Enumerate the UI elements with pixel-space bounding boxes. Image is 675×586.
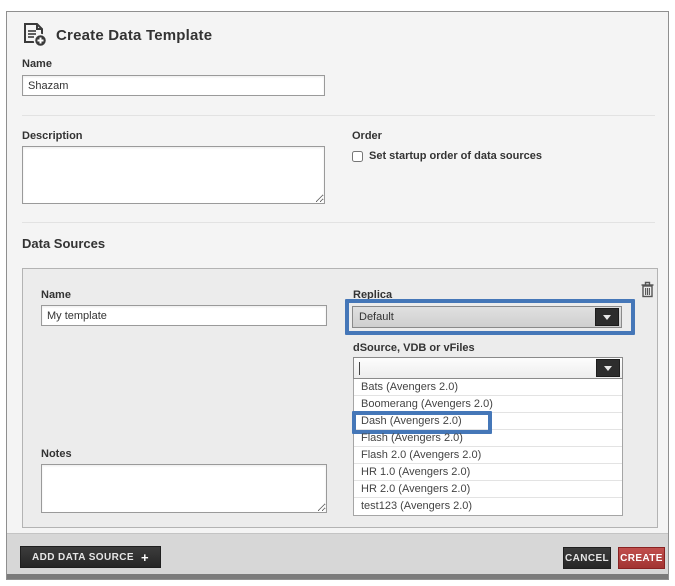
description-textarea[interactable] [22, 146, 325, 204]
divider [22, 115, 655, 116]
dropdown-option[interactable]: Dash (Avengers 2.0) [354, 413, 622, 430]
name-input[interactable] [22, 75, 325, 96]
chevron-down-icon[interactable] [595, 308, 619, 326]
description-label: Description [22, 130, 83, 142]
add-data-source-button[interactable]: ADD DATA SOURCE + [20, 546, 161, 568]
dialog-bottom-edge [7, 574, 668, 579]
cancel-button[interactable]: CANCEL [563, 547, 611, 569]
add-data-source-label: ADD DATA SOURCE [32, 552, 134, 563]
text-caret [359, 362, 360, 375]
notes-textarea[interactable] [41, 464, 327, 513]
dropdown-option[interactable]: Bats (Avengers 2.0) [354, 379, 622, 396]
order-label: Order [352, 130, 382, 142]
dsource-label: dSource, VDB or vFiles [353, 342, 475, 354]
trash-icon[interactable] [640, 281, 655, 298]
name-label: Name [22, 58, 52, 70]
startup-order-checkbox-label: Set startup order of data sources [369, 150, 542, 162]
dialog-header: Create Data Template [21, 22, 212, 48]
chevron-down-icon[interactable] [596, 359, 620, 377]
document-add-icon [21, 22, 48, 48]
dsource-dropdown-list: Bats (Avengers 2.0)Boomerang (Avengers 2… [353, 379, 623, 516]
dropdown-option[interactable]: HR 2.0 (Avengers 2.0) [354, 481, 622, 498]
dsource-combobox[interactable] [353, 357, 623, 379]
dialog-title: Create Data Template [56, 27, 212, 44]
source-name-label: Name [41, 289, 71, 301]
divider [22, 222, 655, 223]
startup-order-checkbox-row[interactable]: Set startup order of data sources [352, 150, 542, 162]
dropdown-option[interactable]: Flash 2.0 (Avengers 2.0) [354, 447, 622, 464]
startup-order-checkbox[interactable] [352, 151, 363, 162]
create-button[interactable]: CREATE [618, 547, 665, 569]
dropdown-option[interactable]: Flash (Avengers 2.0) [354, 430, 622, 447]
dropdown-option[interactable]: Boomerang (Avengers 2.0) [354, 396, 622, 413]
replica-annotation-box: Default [345, 299, 635, 335]
notes-label: Notes [41, 448, 72, 460]
data-source-card: Name Notes Replica Default dSource, VDB … [22, 268, 658, 528]
create-data-template-dialog: Create Data Template Name Description Or… [6, 11, 669, 580]
replica-select[interactable]: Default [352, 306, 622, 328]
dropdown-option[interactable]: test123 (Avengers 2.0) [354, 498, 622, 515]
source-name-input[interactable] [41, 305, 327, 326]
replica-selected-value: Default [353, 311, 595, 323]
plus-icon: + [141, 550, 149, 565]
data-sources-heading: Data Sources [22, 236, 105, 251]
dropdown-option[interactable]: HR 1.0 (Avengers 2.0) [354, 464, 622, 481]
